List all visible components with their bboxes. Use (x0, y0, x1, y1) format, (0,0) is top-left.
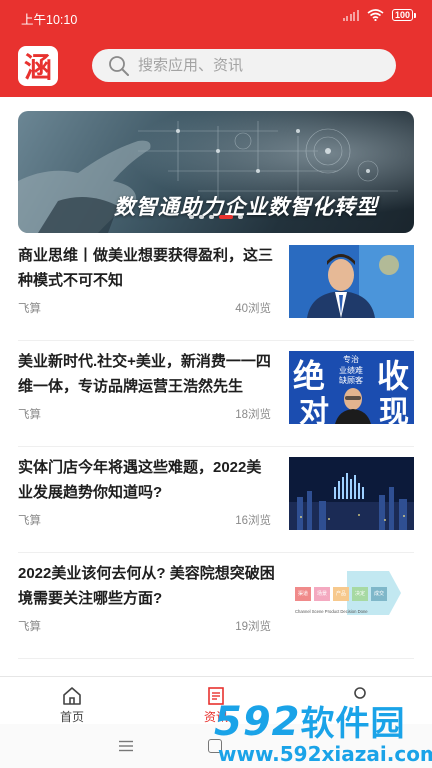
article-views: 18浏览 (235, 409, 271, 421)
wifi-icon (367, 9, 384, 21)
search-bar[interactable] (92, 49, 396, 82)
watermark-number: 592 (214, 699, 301, 745)
site-watermark: 592软件园 www.592xiazai.com (206, 699, 432, 766)
banner-dot (189, 215, 194, 219)
banner-dot (199, 215, 204, 219)
article-author: 飞算 (18, 515, 41, 527)
search-icon (109, 55, 129, 76)
status-bar: 上午10:10 100 (0, 0, 432, 32)
article-thumbnail: 渠道 场景 产品 决定 成交 Channel Scene Product Dec… (289, 563, 414, 636)
article-author: 飞算 (18, 303, 41, 315)
article-title: 商业思维丨做美业想要获得盈利，这三种模式不可不知 (18, 247, 274, 289)
article-item[interactable]: 2022美业该何去何从? 美容院想突破困境需要关注哪些方面? 飞算 19浏览 渠… (18, 553, 414, 659)
watermark-cn: 软件园 (300, 704, 406, 744)
article-views: 40浏览 (235, 303, 271, 315)
article-views: 16浏览 (235, 515, 271, 527)
article-views: 19浏览 (235, 621, 271, 633)
person-image (335, 388, 371, 424)
article-title: 2022美业该何去何从? 美容院想突破困境需要关注哪些方面? (18, 565, 275, 607)
banner-dot (238, 215, 243, 219)
battery-icon: 100 (391, 9, 416, 21)
article-item[interactable]: 实体门店今年将遇这些难题，2022美业发展趋势你知道吗? 飞算 16浏览 (18, 447, 414, 553)
menu-icon[interactable] (118, 740, 134, 752)
search-input[interactable] (138, 57, 368, 74)
article-title: 实体门店今年将遇这些难题，2022美业发展趋势你知道吗? (18, 459, 262, 501)
app-logo[interactable]: 涵 (18, 46, 58, 86)
status-icons: 100 (342, 9, 416, 21)
article-thumbnail: 绝 对 收 现 专治 业绩难 缺顾客 (289, 351, 414, 424)
tab-home[interactable]: 首页 (0, 677, 144, 725)
article-thumbnail (289, 457, 414, 530)
signal-icon (342, 9, 359, 21)
battery-level: 100 (394, 9, 410, 20)
article-title: 美业新时代.社交+美业，新消费一一四维一体，专访品牌运营王浩然先生 (18, 353, 271, 395)
article-thumbnail (289, 245, 414, 318)
app-header: 上午10:10 100 涵 (0, 0, 432, 97)
article-item[interactable]: 商业思维丨做美业想要获得盈利，这三种模式不可不知 飞算 40浏览 (18, 235, 414, 341)
banner-indicator (18, 215, 414, 219)
article-item[interactable]: 美业新时代.社交+美业，新消费一一四维一体，专访品牌运营王浩然先生 飞算 18浏… (18, 341, 414, 447)
banner-dot (209, 215, 214, 219)
tab-home-label: 首页 (59, 710, 84, 724)
article-author: 飞算 (18, 409, 41, 421)
banner-carousel[interactable]: 数智通助力企业数智化转型 (18, 111, 414, 233)
watermark-url: www.592xiazai.com (218, 742, 432, 766)
article-author: 飞算 (18, 621, 41, 633)
status-time: 上午10:10 (21, 13, 78, 27)
home-icon (63, 687, 81, 705)
banner-dot-active (219, 215, 233, 219)
